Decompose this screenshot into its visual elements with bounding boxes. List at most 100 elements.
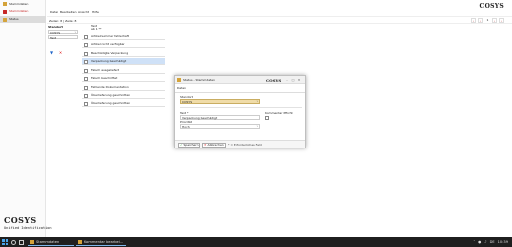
list-item-selected[interactable]: Verpackung beschädigt xyxy=(82,58,165,65)
next-page-button[interactable]: › xyxy=(492,18,497,23)
text-field[interactable]: Verpackung beschädigt xyxy=(180,115,260,120)
prio-value: Hoch xyxy=(182,125,190,129)
cancel-icon: ✕ xyxy=(204,143,207,147)
taskbar-item-stammdaten[interactable]: Stammdaten xyxy=(28,238,74,246)
row-label: Verpackung beschädigt xyxy=(91,59,127,63)
row-checkbox[interactable] xyxy=(83,59,88,64)
left-navigation xyxy=(0,0,46,237)
taskbar-item-label: Stammdaten xyxy=(36,240,60,244)
list-item[interactable]: Artikelnummer fehlerhaft xyxy=(82,33,165,40)
start-menu-icon[interactable] xyxy=(2,239,8,245)
check-icon: ✓ xyxy=(180,143,183,147)
brand-tagline: Unified Identification xyxy=(4,226,52,230)
task-view-icon[interactable] xyxy=(19,239,24,245)
row-checkbox[interactable] xyxy=(83,85,88,90)
pager: ‹ ‹ 1 › › xyxy=(471,18,504,23)
row-label: Falsch beschriftet xyxy=(91,76,118,80)
volume-icon[interactable]: ♪ xyxy=(484,240,486,244)
standort-value: COSYS xyxy=(182,100,193,104)
row-label: Fehlende Dokumentation xyxy=(91,85,129,89)
save-label: Speichern xyxy=(183,143,199,147)
menu-ansicht[interactable]: Ansicht xyxy=(78,10,89,14)
search-icon[interactable] xyxy=(11,239,16,245)
column-header-filter: ab 1 ** xyxy=(91,27,102,31)
nav-item-label: Stammdaten xyxy=(9,9,29,13)
stammdaten-icon xyxy=(3,9,7,14)
row-label: Falsch ausgeliefert xyxy=(91,68,120,72)
page-number: 1 xyxy=(486,18,489,22)
nav-item-stammdaten[interactable]: Stammdaten xyxy=(0,8,46,15)
app-icon xyxy=(78,240,82,244)
last-page-button[interactable]: › xyxy=(499,18,504,23)
app-icon xyxy=(30,240,34,244)
tab-daten[interactable]: Daten xyxy=(177,86,186,90)
list-item[interactable]: Beschädigte Verpackung xyxy=(82,50,165,57)
menu-hilfe[interactable]: Hilfe xyxy=(92,10,99,14)
minimize-icon[interactable]: – xyxy=(285,78,289,82)
cancel-label: Abbrechen xyxy=(207,143,224,147)
filter-text-input[interactable]: Text xyxy=(48,35,78,40)
filter-input-value: Text xyxy=(50,36,57,40)
nav-item-status[interactable]: Status xyxy=(0,16,46,23)
close-icon[interactable]: ✕ xyxy=(297,78,301,82)
prio-select[interactable]: Hoch ˅ xyxy=(180,124,260,129)
required-note: * = Erforderliches Feld xyxy=(228,143,262,147)
taskbar-item-kommentar[interactable]: Kommentar bearbei... xyxy=(76,238,126,246)
prev-page-button[interactable]: ‹ xyxy=(478,18,483,23)
kommentar-pflicht-checkbox[interactable] xyxy=(265,116,269,120)
filter-standort-select[interactable]: COSYS ˅ xyxy=(48,30,78,35)
row-checkbox[interactable] xyxy=(83,101,88,106)
row-label: Beschädigte Verpackung xyxy=(91,51,129,55)
clear-filter-icon[interactable]: ✕ xyxy=(58,50,63,55)
list-item[interactable]: Fehlende Dokumentation xyxy=(82,84,165,91)
chevron-down-icon: ˅ xyxy=(256,100,259,104)
standort-select[interactable]: COSYS ˅ xyxy=(180,99,260,104)
row-checkbox[interactable] xyxy=(83,76,88,81)
status-dialog: Status - Stammdaten COSYS – □ ✕ Daten St… xyxy=(174,75,306,148)
row-checkbox[interactable] xyxy=(83,34,88,39)
filter-icon[interactable]: ▼ xyxy=(49,50,54,55)
row-label: Artikelnummer fehlerhaft xyxy=(91,34,129,38)
chevron-up-icon[interactable]: ˄ xyxy=(473,240,475,244)
clock[interactable]: 10:39 xyxy=(498,240,508,244)
menu-datei[interactable]: Datei xyxy=(50,10,58,14)
cancel-button[interactable]: ✕ Abbrechen xyxy=(202,142,226,148)
sub-toolbar: Zeilen: 8 | Zeile: 8 ‹ ‹ 1 › › xyxy=(47,16,512,24)
row-checkbox[interactable] xyxy=(83,93,88,98)
menu-bearbeiten[interactable]: Bearbeiten xyxy=(60,10,76,14)
app-icon xyxy=(3,2,7,6)
list-item[interactable]: Falsch beschriftet xyxy=(82,75,165,82)
list-item[interactable]: Überlieferung geschnitten xyxy=(82,100,165,107)
tab-divider xyxy=(175,92,305,93)
section-divider xyxy=(180,107,302,108)
first-page-button[interactable]: ‹ xyxy=(471,18,476,23)
app-title-bar: Stammdaten xyxy=(0,0,46,8)
menu-bar: Datei Bearbeiten Ansicht Hilfe xyxy=(47,8,512,16)
brand-logo-bottom: COSYS Unified Identification xyxy=(4,210,52,237)
list-item[interactable]: Falsch ausgeliefert xyxy=(82,67,165,74)
brand-logo-top: COSYS xyxy=(479,3,504,10)
row-summary: Zeilen: 8 | Zeile: 8 xyxy=(49,18,77,23)
dialog-brand-logo: COSYS xyxy=(266,77,282,83)
dialog-footer: ✓ Speichern ✕ Abbrechen * = Erforderlich… xyxy=(175,140,305,148)
kommentar-pflicht-label: Kommentar Pflicht xyxy=(265,111,293,115)
chevron-down-icon: ˅ xyxy=(256,125,259,129)
row-label: Artikel nicht verfügbar xyxy=(91,42,125,46)
dialog-title-bar[interactable]: Status - Stammdaten COSYS – □ ✕ xyxy=(175,76,305,84)
row-checkbox[interactable] xyxy=(83,42,88,47)
dialog-app-icon xyxy=(177,78,181,82)
nav-item-label: Status xyxy=(9,17,19,21)
language-indicator[interactable]: DE xyxy=(490,240,495,244)
network-icon[interactable]: ● xyxy=(478,240,481,244)
list-item[interactable]: Überlieferung geschnitten xyxy=(82,92,165,99)
row-label: Überlieferung geschnitten xyxy=(91,93,131,97)
taskbar: Stammdaten Kommentar bearbei... ˄ ● ♪ DE… xyxy=(0,237,512,247)
taskbar-item-label: Kommentar bearbei... xyxy=(84,240,124,244)
row-checkbox[interactable] xyxy=(83,51,88,56)
save-button[interactable]: ✓ Speichern xyxy=(178,142,201,148)
system-tray: ˄ ● ♪ DE 10:39 xyxy=(473,240,508,244)
list-item[interactable]: Artikel nicht verfügbar xyxy=(82,41,165,48)
brand-wordmark: COSYS xyxy=(4,215,37,225)
maximize-icon[interactable]: □ xyxy=(291,78,295,82)
row-checkbox[interactable] xyxy=(83,68,88,73)
